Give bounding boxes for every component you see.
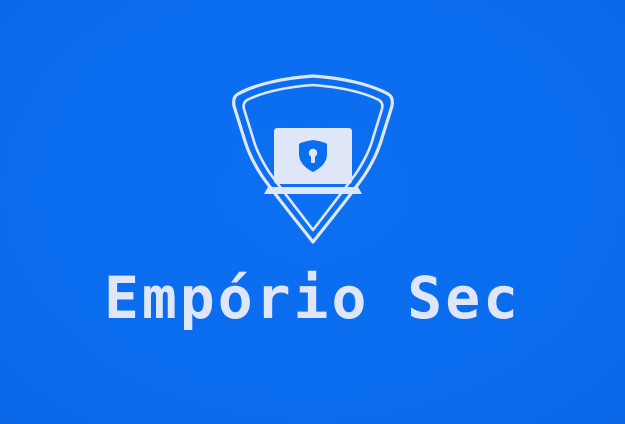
brand-name: Empório Sec bbox=[103, 264, 522, 332]
laptop-base bbox=[264, 187, 362, 194]
logo-canvas: Empório Sec bbox=[0, 0, 625, 424]
shield-laptop-lock-icon bbox=[232, 74, 394, 244]
